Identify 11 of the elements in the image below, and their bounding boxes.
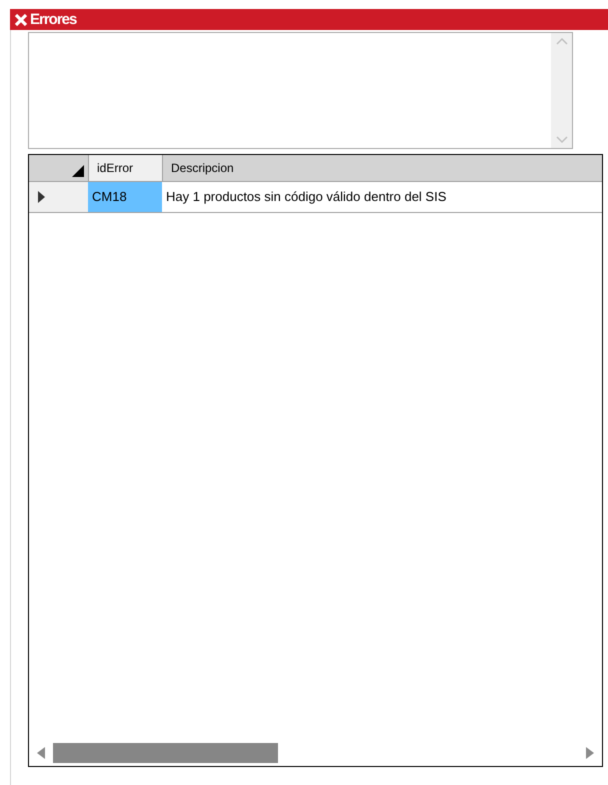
column-header[interactable]: idError	[88, 155, 162, 181]
column-header[interactable]: Descripcion	[162, 155, 602, 181]
scroll-left-icon[interactable]	[37, 747, 45, 759]
scrollbar-thumb[interactable]	[53, 743, 278, 763]
close-icon[interactable]	[14, 12, 28, 26]
text-area[interactable]	[28, 32, 573, 149]
panel-title: Errores	[30, 12, 76, 27]
select-all-icon[interactable]	[72, 165, 84, 177]
table-cell[interactable]: CM18	[88, 182, 162, 212]
row-header[interactable]	[29, 182, 88, 212]
scroll-right-icon[interactable]	[586, 747, 594, 759]
